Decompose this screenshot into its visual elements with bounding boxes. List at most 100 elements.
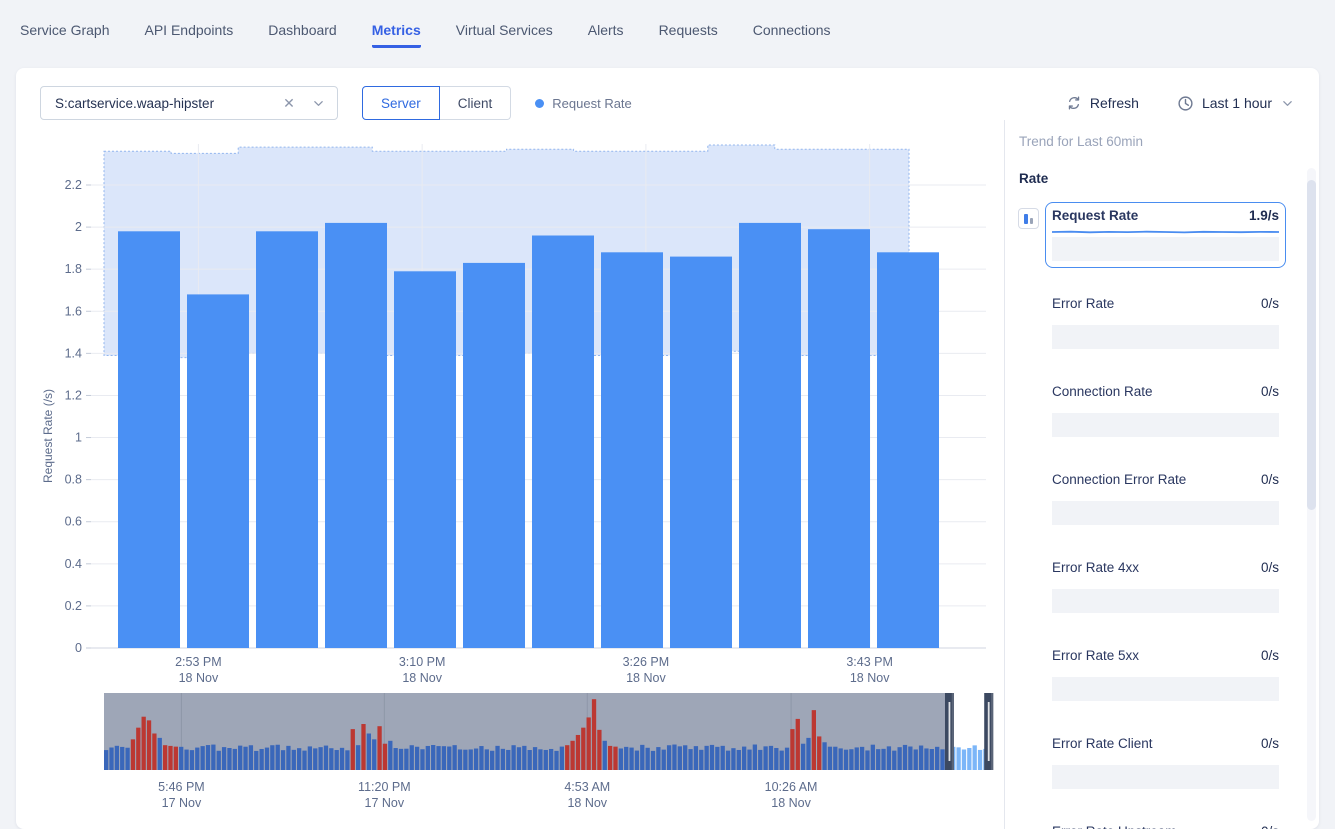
refresh-icon bbox=[1066, 95, 1082, 111]
chart-toolbar: S:cartservice.waap-hipster ✕ Server Clie… bbox=[16, 68, 1319, 120]
tab-api-endpoints[interactable]: API Endpoints bbox=[144, 0, 233, 48]
svg-text:18 Nov: 18 Nov bbox=[771, 796, 811, 809]
section-heading-rate: Rate bbox=[1005, 171, 1319, 186]
metric-spark-area bbox=[1052, 413, 1279, 437]
metric-sparkline bbox=[1052, 755, 1279, 765]
chart-area: 00.20.40.60.811.21.41.61.822.2Request Ra… bbox=[16, 120, 1004, 829]
top-navigation: Service Graph API Endpoints Dashboard Metri… bbox=[0, 0, 1335, 60]
metric-item-error-rate-5xx[interactable]: Error Rate 5xx 0/s bbox=[1045, 642, 1286, 708]
chevron-down-icon bbox=[1282, 98, 1293, 109]
svg-text:4:53 AM: 4:53 AM bbox=[564, 780, 610, 794]
metric-value: 0/s bbox=[1261, 824, 1279, 829]
metric-label: Error Rate bbox=[1052, 296, 1114, 311]
metric-sparkline bbox=[1052, 667, 1279, 677]
tab-label: Service Graph bbox=[20, 22, 109, 48]
metric-label: Error Rate 5xx bbox=[1052, 648, 1139, 663]
svg-text:Request Rate (/s): Request Rate (/s) bbox=[41, 389, 55, 483]
clock-icon bbox=[1177, 95, 1194, 112]
svg-text:0.2: 0.2 bbox=[65, 599, 82, 613]
metric-sparkline bbox=[1052, 227, 1279, 237]
metric-item-error-rate-4xx[interactable]: Error Rate 4xx 0/s bbox=[1045, 554, 1286, 620]
metric-value: 0/s bbox=[1261, 560, 1279, 575]
svg-text:17 Nov: 17 Nov bbox=[365, 796, 405, 809]
trend-sidebar: Trend for Last 60min Rate Request Rate 1.9… bbox=[1004, 120, 1319, 829]
tab-service-graph[interactable]: Service Graph bbox=[20, 0, 109, 48]
svg-text:5:46 PM: 5:46 PM bbox=[158, 780, 205, 794]
svg-text:1.4: 1.4 bbox=[65, 346, 82, 360]
service-selector-value: S:cartservice.waap-hipster bbox=[55, 96, 214, 111]
brush-chart-canvas[interactable]: 5:46 PM 17 Nov 11:20 PM 17 Nov 4:53 AM 18 Nov… bbox=[38, 691, 998, 809]
tab-label: API Endpoints bbox=[144, 22, 233, 48]
svg-text:1.2: 1.2 bbox=[65, 388, 82, 402]
svg-text:18 Nov: 18 Nov bbox=[567, 796, 607, 809]
svg-text:10:26 AM: 10:26 AM bbox=[765, 780, 818, 794]
svg-text:3:10 PM: 3:10 PM bbox=[399, 655, 446, 669]
tab-label: Requests bbox=[659, 22, 718, 48]
metric-label: Request Rate bbox=[1052, 208, 1138, 223]
metric-item-connection-rate[interactable]: Connection Rate 0/s bbox=[1045, 378, 1286, 444]
legend-request-rate[interactable]: Request Rate bbox=[535, 96, 632, 111]
tab-requests[interactable]: Requests bbox=[659, 0, 718, 48]
metric-sparkline bbox=[1052, 315, 1279, 325]
metric-value: 0/s bbox=[1261, 384, 1279, 399]
service-selector[interactable]: S:cartservice.waap-hipster ✕ bbox=[40, 86, 338, 120]
metric-label: Error Rate 4xx bbox=[1052, 560, 1139, 575]
trend-title: Trend for Last 60min bbox=[1005, 134, 1319, 149]
tab-label: Dashboard bbox=[268, 22, 337, 48]
main-chart-canvas[interactable]: 00.20.40.60.811.21.41.61.822.2Request Ra… bbox=[38, 136, 998, 688]
tab-alerts[interactable]: Alerts bbox=[588, 0, 624, 48]
tab-dashboard[interactable]: Dashboard bbox=[268, 0, 337, 48]
metric-spark-area bbox=[1052, 237, 1279, 261]
time-range-selector[interactable]: Last 1 hour bbox=[1177, 95, 1293, 112]
clear-icon[interactable]: ✕ bbox=[281, 95, 297, 111]
time-range-label: Last 1 hour bbox=[1202, 95, 1272, 111]
metric-sparkline bbox=[1052, 579, 1279, 589]
svg-text:18 Nov: 18 Nov bbox=[626, 671, 666, 685]
server-client-toggle: Server Client bbox=[362, 86, 511, 120]
svg-text:0: 0 bbox=[75, 641, 82, 655]
svg-text:1.6: 1.6 bbox=[65, 304, 82, 318]
metric-spark-area bbox=[1052, 325, 1279, 349]
svg-text:2:53 PM: 2:53 PM bbox=[175, 655, 222, 669]
metric-label: Error Rate Client bbox=[1052, 736, 1153, 751]
svg-text:17 Nov: 17 Nov bbox=[162, 796, 202, 809]
metric-item-error-rate-client[interactable]: Error Rate Client 0/s bbox=[1045, 730, 1286, 796]
metric-spark-area bbox=[1052, 677, 1279, 701]
metric-spark-area bbox=[1052, 501, 1279, 525]
tab-label: Virtual Services bbox=[456, 22, 553, 48]
tab-metrics[interactable]: Metrics bbox=[372, 0, 421, 48]
refresh-label: Refresh bbox=[1090, 95, 1139, 111]
metric-value: 0/s bbox=[1261, 472, 1279, 487]
tab-connections[interactable]: Connections bbox=[753, 0, 831, 48]
metric-value: 0/s bbox=[1261, 648, 1279, 663]
metric-sparkline bbox=[1052, 403, 1279, 413]
metric-value: 0/s bbox=[1261, 736, 1279, 751]
metric-item-request-rate[interactable]: Request Rate 1.9/s bbox=[1045, 202, 1286, 268]
client-button[interactable]: Client bbox=[440, 86, 512, 120]
metric-spark-area bbox=[1052, 589, 1279, 613]
metric-label: Connection Rate bbox=[1052, 384, 1153, 399]
svg-text:18 Nov: 18 Nov bbox=[402, 671, 442, 685]
svg-text:3:43 PM: 3:43 PM bbox=[846, 655, 893, 669]
svg-text:2: 2 bbox=[75, 220, 82, 234]
svg-text:11:20 PM: 11:20 PM bbox=[358, 780, 411, 794]
metric-item-error-rate[interactable]: Error Rate 0/s bbox=[1045, 290, 1286, 356]
metrics-panel: S:cartservice.waap-hipster ✕ Server Clie… bbox=[16, 68, 1319, 829]
tab-virtual-services[interactable]: Virtual Services bbox=[456, 0, 553, 48]
refresh-button[interactable]: Refresh bbox=[1066, 95, 1139, 111]
svg-text:2.2: 2.2 bbox=[65, 178, 82, 192]
metric-item-error-rate-upstream[interactable]: Error Rate Upstream0/s bbox=[1045, 818, 1286, 829]
metric-value: 0/s bbox=[1261, 296, 1279, 311]
tab-label: Alerts bbox=[588, 22, 624, 48]
sidebar-scrollbar-thumb[interactable] bbox=[1307, 180, 1316, 510]
metric-sparkline bbox=[1052, 491, 1279, 501]
metric-label: Connection Error Rate bbox=[1052, 472, 1186, 487]
sidebar-scrollbar-track[interactable] bbox=[1307, 168, 1316, 821]
server-button[interactable]: Server bbox=[362, 86, 440, 120]
metric-value: 1.9/s bbox=[1249, 208, 1279, 223]
svg-text:0.4: 0.4 bbox=[65, 557, 82, 571]
metric-item-connection-error-rate[interactable]: Connection Error Rate 0/s bbox=[1045, 466, 1286, 532]
svg-text:3:26 PM: 3:26 PM bbox=[623, 655, 670, 669]
chevron-down-icon[interactable] bbox=[313, 98, 324, 109]
legend-label: Request Rate bbox=[552, 96, 632, 111]
